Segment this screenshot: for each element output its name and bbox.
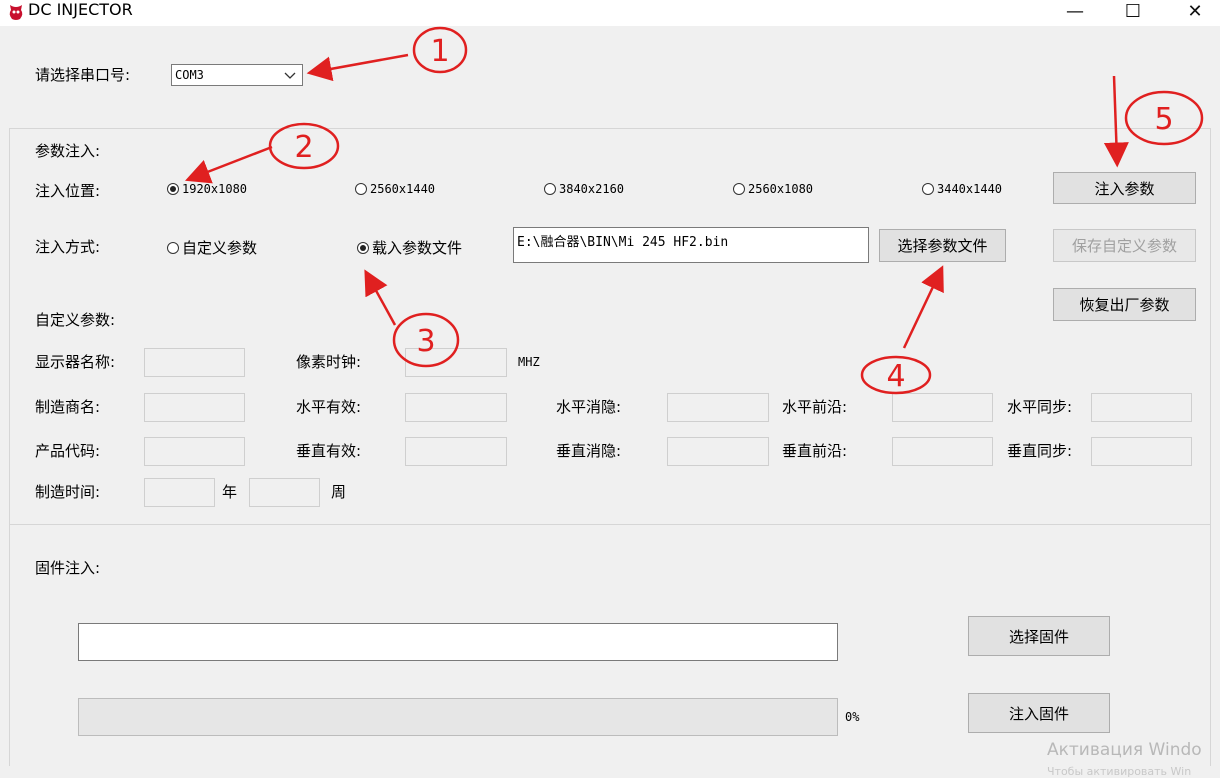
product-code-field[interactable] (144, 437, 245, 466)
firmware-progress-bar (78, 698, 838, 736)
radio-label: 载入参数文件 (372, 239, 463, 257)
h-active-label: 水平有效: (296, 398, 362, 416)
progress-text: 0% (845, 710, 860, 724)
radio-checked-icon (167, 183, 179, 195)
manufacture-time-label: 制造时间: (35, 483, 101, 501)
activation-watermark: Активация Windo (1047, 740, 1202, 760)
manufacturer-label: 制造商名: (35, 398, 101, 416)
radio-1920x1080[interactable]: 1920x1080 (167, 182, 247, 196)
mhz-unit: MHZ (518, 355, 540, 369)
v-sync-field[interactable] (1091, 437, 1192, 466)
radio-load-file[interactable]: 载入参数文件 (357, 237, 462, 258)
restore-factory-button[interactable]: 恢复出厂参数 (1053, 288, 1196, 321)
radio-label: 3840x2160 (559, 182, 625, 196)
product-code-label: 产品代码: (35, 442, 101, 460)
pixel-clock-field[interactable] (405, 348, 507, 377)
port-select[interactable]: COM3 (171, 64, 303, 86)
pixel-clock-label: 像素时钟: (296, 353, 362, 371)
firmware-path-input[interactable] (78, 623, 838, 661)
window-title: DC INJECTOR (28, 0, 133, 19)
h-front-label: 水平前沿: (782, 398, 848, 416)
firmware-label: 固件注入: (35, 559, 101, 577)
inject-params-button[interactable]: 注入参数 (1053, 172, 1196, 204)
minimize-button[interactable]: — (1050, 0, 1100, 22)
h-blank-label: 水平消隐: (556, 398, 622, 416)
param-file-path-value: E:\融合器\BIN\Mi 245 HF2.bin (517, 235, 729, 250)
port-label: 请选择串口号: (35, 66, 131, 84)
h-sync-field[interactable] (1091, 393, 1192, 422)
param-file-path-input[interactable]: E:\融合器\BIN\Mi 245 HF2.bin (513, 227, 869, 263)
radio-2560x1080[interactable]: 2560x1080 (733, 182, 813, 196)
radio-unchecked-icon (733, 183, 745, 195)
radio-label: 自定义参数 (182, 239, 258, 257)
v-front-label: 垂直前沿: (782, 442, 848, 460)
radio-label: 2560x1080 (748, 182, 814, 196)
radio-unchecked-icon (544, 183, 556, 195)
app-icon (9, 5, 23, 20)
chevron-down-icon (284, 72, 296, 79)
v-front-field[interactable] (892, 437, 993, 466)
radio-label: 3440x1440 (937, 182, 1003, 196)
radio-unchecked-icon (167, 241, 179, 254)
method-label: 注入方式: (35, 238, 101, 256)
week-unit: 周 (331, 483, 347, 501)
monitor-name-field[interactable] (144, 348, 245, 377)
title-bar: DC INJECTOR — ☐ ✕ (0, 0, 1220, 26)
annotation-circle-1 (412, 26, 468, 74)
radio-checked-icon (357, 241, 369, 254)
v-sync-label: 垂直同步: (1007, 442, 1073, 460)
radio-custom-params[interactable]: 自定义参数 (167, 237, 257, 258)
maximize-button[interactable]: ☐ (1108, 0, 1158, 22)
activation-watermark-sub: Чтобы активировать Win (1047, 765, 1192, 778)
year-field[interactable] (144, 478, 215, 507)
annotation-number-1: 1 (430, 34, 449, 69)
radio-unchecked-icon (355, 183, 367, 195)
h-blank-field[interactable] (667, 393, 769, 422)
inject-firmware-button[interactable]: 注入固件 (968, 693, 1110, 733)
select-firmware-button[interactable]: 选择固件 (968, 616, 1110, 656)
week-field[interactable] (249, 478, 320, 507)
custom-params-title: 自定义参数: (35, 311, 116, 329)
radio-unchecked-icon (922, 183, 934, 195)
params-group-label: 参数注入: (35, 142, 101, 160)
year-unit: 年 (222, 483, 238, 501)
h-front-field[interactable] (892, 393, 993, 422)
save-custom-params-button[interactable]: 保存自定义参数 (1053, 229, 1196, 262)
radio-3440x1440[interactable]: 3440x1440 (922, 182, 1002, 196)
position-label: 注入位置: (35, 182, 101, 200)
manufacturer-field[interactable] (144, 393, 245, 422)
port-value: COM3 (175, 68, 204, 82)
v-blank-field[interactable] (667, 437, 769, 466)
h-active-field[interactable] (405, 393, 507, 422)
radio-2560x1440[interactable]: 2560x1440 (355, 182, 435, 196)
radio-label: 1920x1080 (182, 182, 248, 196)
v-blank-label: 垂直消隐: (556, 442, 622, 460)
select-param-file-button[interactable]: 选择参数文件 (879, 229, 1006, 262)
close-button[interactable]: ✕ (1170, 0, 1220, 22)
v-active-field[interactable] (405, 437, 507, 466)
monitor-name-label: 显示器名称: (35, 353, 116, 371)
radio-3840x2160[interactable]: 3840x2160 (544, 182, 624, 196)
annotation-arrow-1 (306, 53, 409, 82)
v-active-label: 垂直有效: (296, 442, 362, 460)
h-sync-label: 水平同步: (1007, 398, 1073, 416)
radio-label: 2560x1440 (370, 182, 436, 196)
